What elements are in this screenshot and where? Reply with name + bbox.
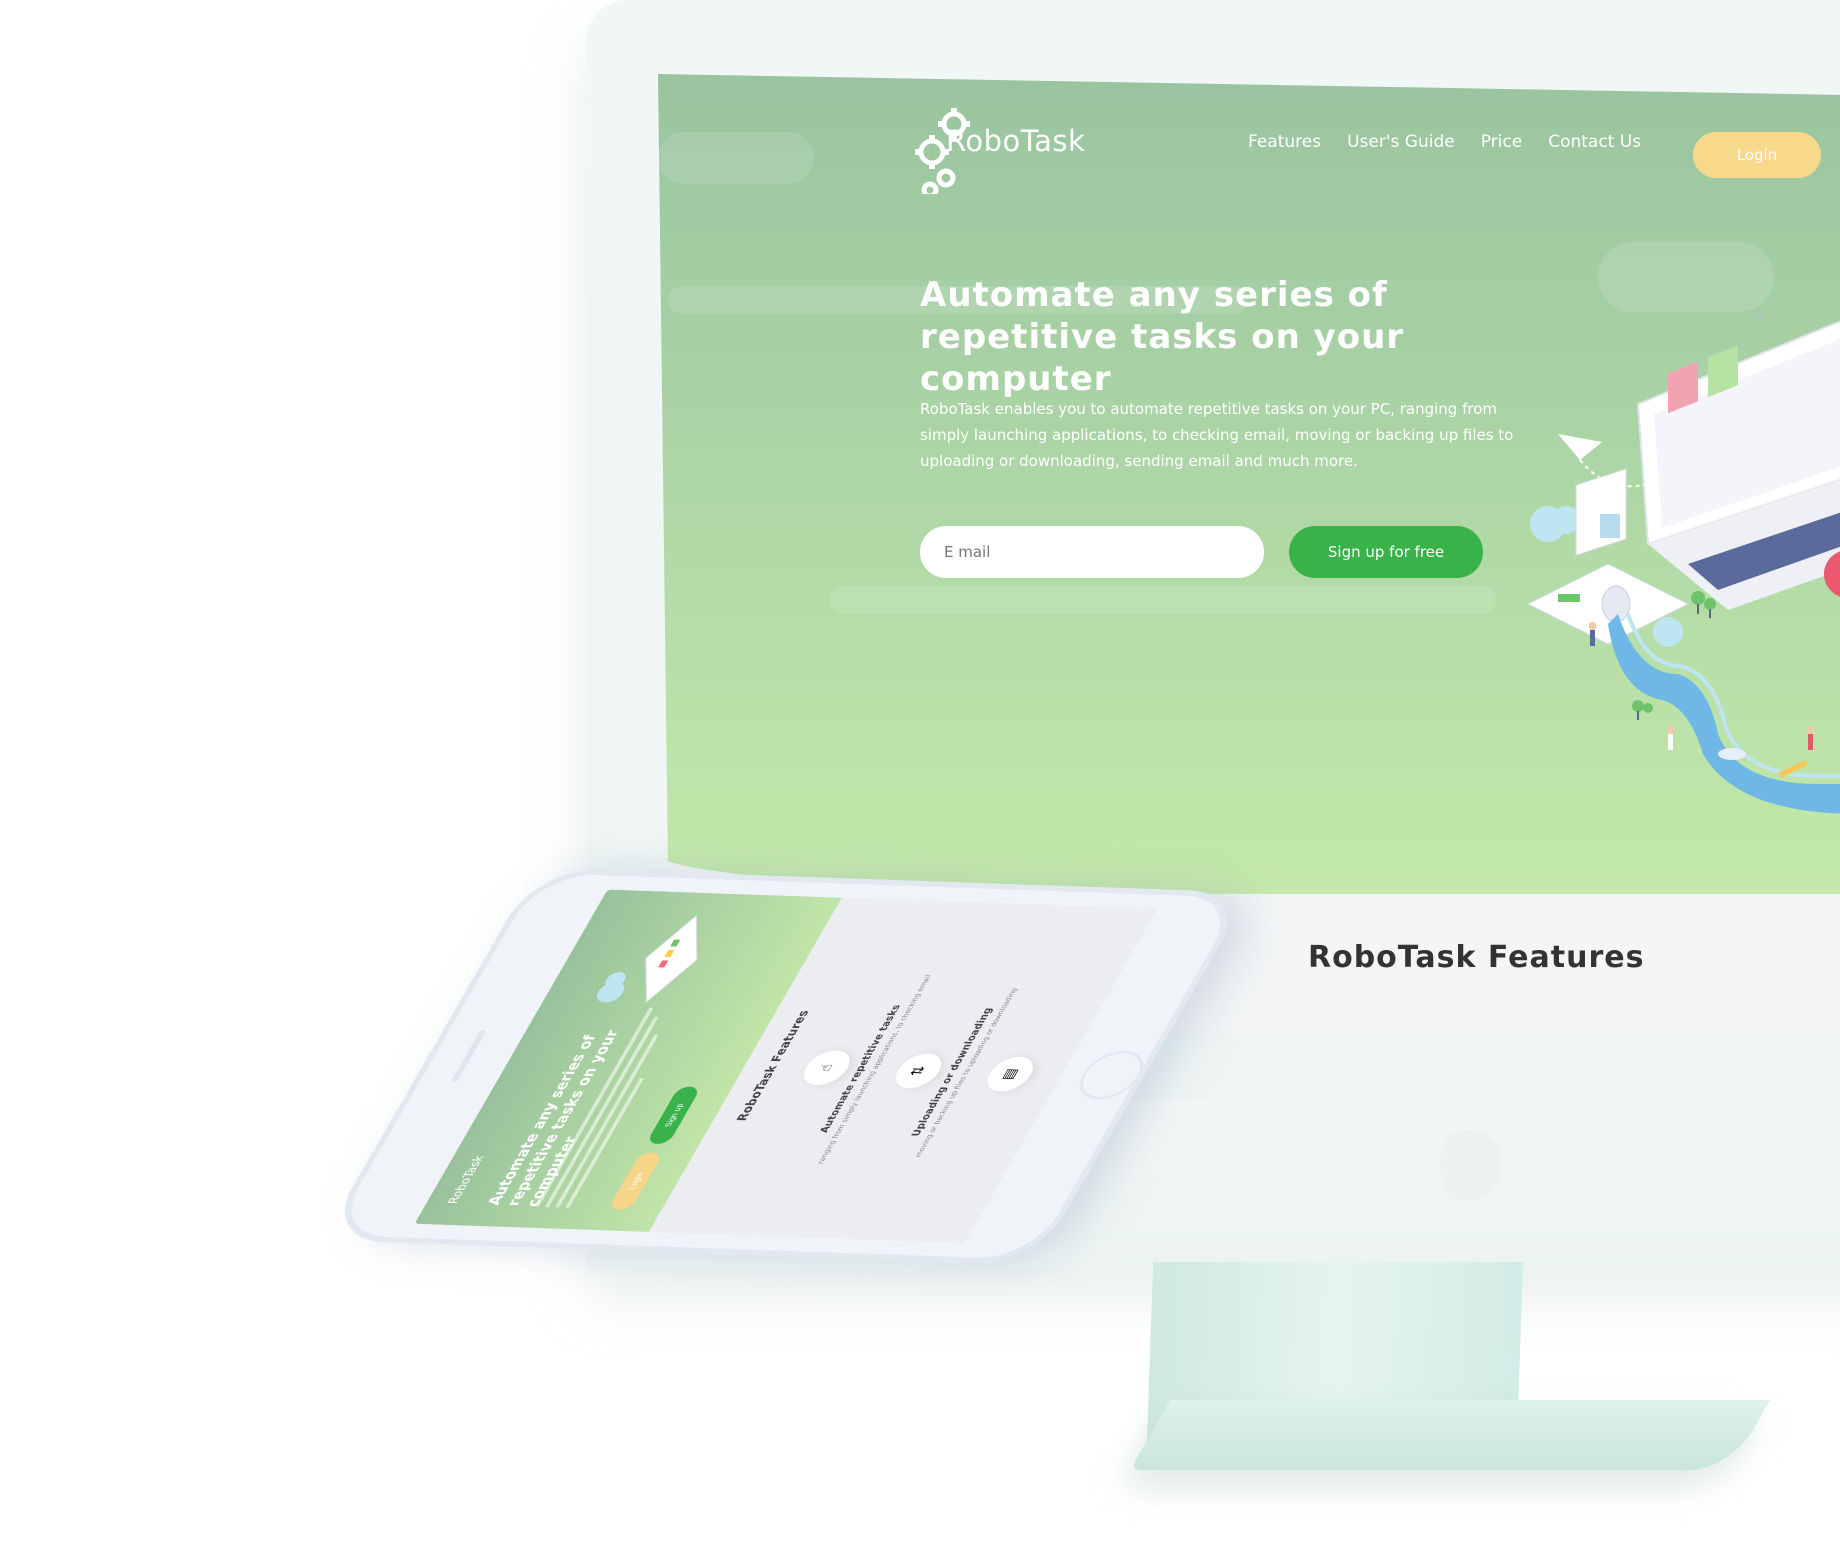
nav-price[interactable]: Price — [1481, 132, 1522, 152]
phone-signup-button[interactable]: Sign up — [645, 1086, 702, 1145]
phone-illustration — [596, 914, 698, 1004]
hero-description: RoboTask enables you to automate repetit… — [920, 400, 1514, 470]
decor-cloud — [658, 132, 814, 184]
main-nav: Features User's Guide Price Contact Us — [1248, 132, 1641, 152]
decor-cloud — [830, 586, 1496, 614]
hero-headline: Automate any series of repetitive tasks … — [920, 275, 1405, 399]
nav-features[interactable]: Features — [1248, 132, 1321, 152]
folder-icon: ▤ — [979, 1056, 1041, 1093]
login-button[interactable]: Login — [1693, 132, 1821, 178]
email-input[interactable] — [920, 526, 1264, 578]
features-heading: RoboTask Features — [1308, 940, 1645, 975]
phone-login-button[interactable]: Login — [607, 1152, 664, 1211]
nav-contact-us[interactable]: Contact Us — [1548, 132, 1641, 152]
decor-cloud — [1598, 242, 1774, 312]
automation-illustration — [1526, 314, 1840, 814]
phone-mockup: RoboTask Automate any series of repetiti… — [262, 867, 1251, 1500]
brand-logo-text[interactable]: RoboTask — [946, 124, 1085, 158]
monitor-stand-base — [1129, 1400, 1771, 1470]
phone-speaker — [450, 1029, 487, 1083]
hero-section: RoboTask Features User's Guide Price Con… — [658, 74, 1840, 894]
phone-screen: RoboTask Automate any series of repetiti… — [414, 889, 1158, 1244]
nav-users-guide[interactable]: User's Guide — [1347, 132, 1455, 152]
apple-logo-icon — [1440, 1130, 1500, 1200]
signup-button[interactable]: Sign up for free — [1289, 526, 1483, 578]
phone-brand[interactable]: RoboTask — [445, 1155, 487, 1204]
